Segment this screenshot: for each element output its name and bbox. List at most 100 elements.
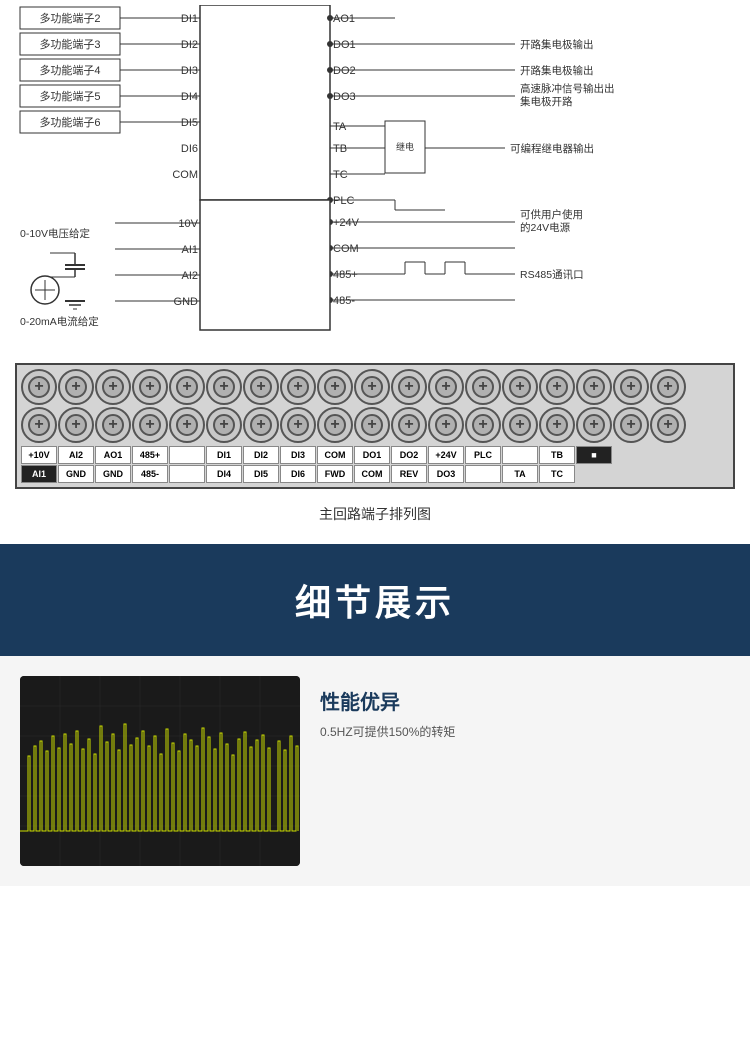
- svg-text:RS485通讯口: RS485通讯口: [520, 268, 584, 281]
- terminal-label-485p: 485+: [132, 446, 168, 464]
- svg-text:0-20mA电流给定: 0-20mA电流给定: [20, 315, 99, 328]
- terminal-circle: +: [280, 407, 316, 443]
- terminal-label-ai2: AI2: [58, 446, 94, 464]
- terminal-circle: +: [502, 369, 538, 405]
- svg-text:AO1: AO1: [333, 13, 355, 25]
- detail-section: 细节展示: [0, 544, 750, 656]
- terminal-label-plc: PLC: [465, 446, 501, 464]
- performance-text-block: 性能优异 0.5HZ可提供150%的转矩: [320, 676, 730, 742]
- terminal-label-di6: DI6: [280, 465, 316, 483]
- svg-text:GND: GND: [174, 296, 199, 308]
- terminal-strip-container: + + + + + + + + + + + + + + + + + + + + …: [15, 363, 735, 489]
- svg-text:0-10V电压给定: 0-10V电压给定: [20, 227, 91, 240]
- svg-text:10V: 10V: [178, 218, 198, 230]
- terminal-circle: +: [354, 407, 390, 443]
- svg-text:DI2: DI2: [181, 39, 198, 51]
- terminal-bottom-row: + + + + + + + + + + + + + + + + + +: [21, 407, 729, 443]
- terminal-circle: +: [169, 369, 205, 405]
- terminal-label-10v: +10V: [21, 446, 57, 464]
- terminal-label-fwd: FWD: [317, 465, 353, 483]
- terminal-circle: +: [206, 407, 242, 443]
- svg-text:可编程继电器输出: 可编程继电器输出: [510, 142, 594, 155]
- svg-text:AI2: AI2: [181, 270, 198, 282]
- svg-text:485+: 485+: [333, 269, 358, 281]
- terminal-top-row: + + + + + + + + + + + + + + + + + +: [21, 369, 729, 405]
- terminal-label-blank4: [465, 465, 501, 483]
- terminal-circle: +: [21, 407, 57, 443]
- terminal-circle: +: [243, 369, 279, 405]
- terminal-label-gnd2: GND: [95, 465, 131, 483]
- svg-text:多功能端子5: 多功能端子5: [39, 89, 100, 103]
- svg-text:TC: TC: [333, 169, 348, 181]
- terminal-circle: +: [169, 407, 205, 443]
- terminal-circle: +: [502, 407, 538, 443]
- terminal-label-com2: COM: [354, 465, 390, 483]
- terminal-circle: +: [613, 407, 649, 443]
- terminal-label-ta: TA: [502, 465, 538, 483]
- svg-text:TB: TB: [333, 143, 347, 155]
- terminal-circle: +: [58, 369, 94, 405]
- svg-text:PLC: PLC: [333, 195, 354, 207]
- svg-text:+24V: +24V: [333, 217, 360, 229]
- terminal-circle: +: [95, 369, 131, 405]
- terminal-circle: +: [465, 407, 501, 443]
- terminal-circle: +: [576, 369, 612, 405]
- terminal-label-di4: DI4: [206, 465, 242, 483]
- svg-text:多功能端子4: 多功能端子4: [39, 63, 100, 77]
- terminal-circle: +: [391, 407, 427, 443]
- terminal-circle: +: [539, 369, 575, 405]
- svg-text:开路集电极输出: 开路集电极输出: [520, 64, 594, 77]
- svg-text:可供用户使用: 可供用户使用: [520, 208, 583, 221]
- terminal-label-ao1: AO1: [95, 446, 131, 464]
- svg-text:AI1: AI1: [181, 244, 198, 256]
- wiring-diagram-section: text { font-family: 'SimHei', 'Microsoft…: [0, 0, 750, 358]
- terminal-circle: +: [354, 369, 390, 405]
- wiring-diagram-svg: text { font-family: 'SimHei', 'Microsoft…: [15, 5, 725, 345]
- terminal-circle: +: [391, 369, 427, 405]
- terminal-circle: +: [132, 407, 168, 443]
- terminal-circle: +: [576, 407, 612, 443]
- terminal-label-blank3: [169, 465, 205, 483]
- terminal-circle: +: [613, 369, 649, 405]
- terminal-label-do2: DO2: [391, 446, 427, 464]
- terminal-label-485m: 485-: [132, 465, 168, 483]
- terminal-circle: +: [317, 407, 353, 443]
- terminal-label-24v: +24V: [428, 446, 464, 464]
- terminal-label-do3: DO3: [428, 465, 464, 483]
- terminal-label-di1: DI1: [206, 446, 242, 464]
- svg-text:DI6: DI6: [181, 143, 198, 155]
- detail-title: 细节展示: [20, 574, 730, 626]
- terminal-label-rev: REV: [391, 465, 427, 483]
- terminal-circle: +: [650, 407, 686, 443]
- terminal-label-blank1: [169, 446, 205, 464]
- svg-text:DO3: DO3: [333, 91, 356, 103]
- performance-section: 性能优异 0.5HZ可提供150%的转矩: [0, 656, 750, 886]
- svg-text:TA: TA: [333, 121, 347, 133]
- terminal-circle: +: [21, 369, 57, 405]
- svg-text:485-: 485-: [333, 295, 355, 307]
- terminal-top-labels: +10V AI2 AO1 485+ DI1 DI2 DI3 COM DO1 DO…: [21, 446, 729, 464]
- terminal-label-gnd1: GND: [58, 465, 94, 483]
- terminal-label-di5: DI5: [243, 465, 279, 483]
- terminal-bottom-labels: AI1 GND GND 485- DI4 DI5 DI6 FWD COM REV…: [21, 465, 729, 483]
- svg-text:DI3: DI3: [181, 65, 198, 77]
- performance-description: 0.5HZ可提供150%的转矩: [320, 723, 730, 742]
- terminal-circle: +: [465, 369, 501, 405]
- svg-text:集电极开路: 集电极开路: [520, 95, 573, 108]
- terminal-label-di2: DI2: [243, 446, 279, 464]
- svg-text:DI5: DI5: [181, 117, 198, 129]
- terminal-circle: +: [243, 407, 279, 443]
- svg-text:继电: 继电: [396, 141, 414, 152]
- terminal-label-black: ■: [576, 446, 612, 464]
- terminal-circle: +: [280, 369, 316, 405]
- terminal-circle: +: [650, 369, 686, 405]
- terminal-circle: +: [539, 407, 575, 443]
- svg-text:DI1: DI1: [181, 13, 198, 25]
- terminal-label-blank2: [502, 446, 538, 464]
- terminal-label-tb: TB: [539, 446, 575, 464]
- terminal-circle: +: [58, 407, 94, 443]
- terminal-label-di3: DI3: [280, 446, 316, 464]
- svg-text:的24V电源: 的24V电源: [520, 221, 571, 234]
- terminal-strip-caption: 主回路端子排列图: [10, 504, 740, 524]
- terminal-label-com1: COM: [317, 446, 353, 464]
